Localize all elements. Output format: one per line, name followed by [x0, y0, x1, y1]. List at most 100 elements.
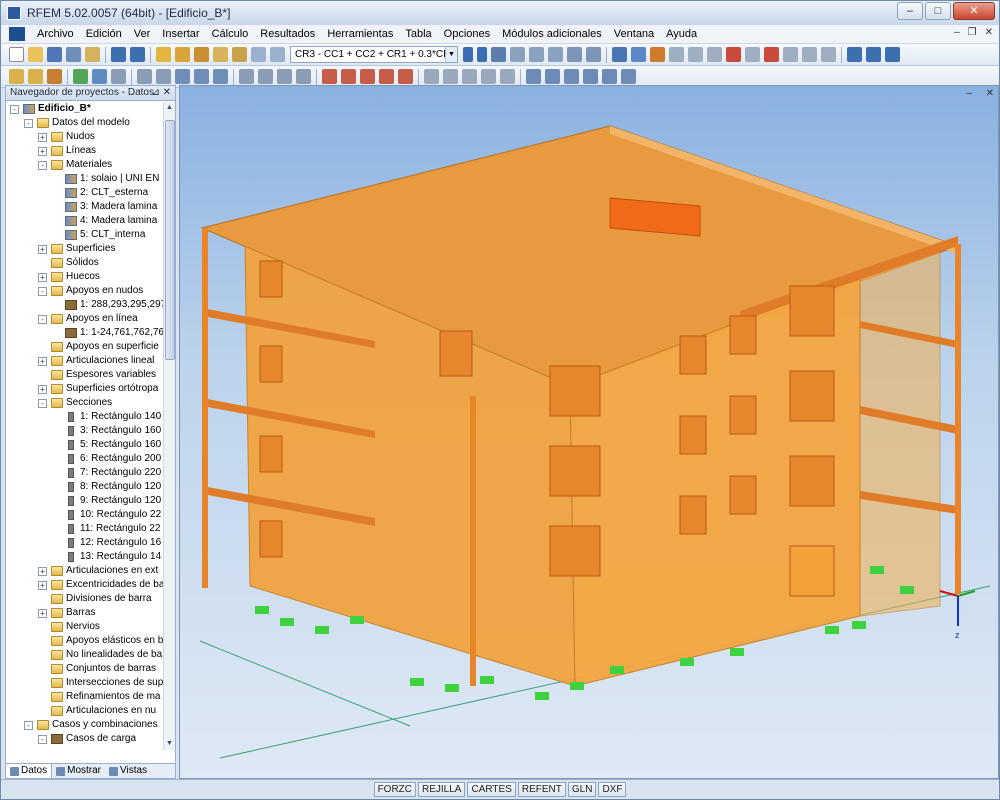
tree-item[interactable]: 10: Rectángulo 22	[6, 508, 164, 522]
tree-item[interactable]: 1: 288,293,295,297	[6, 298, 164, 312]
tree-item[interactable]: 3: Madera lamina	[6, 200, 164, 214]
tree-item[interactable]: 13: Rectángulo 14	[6, 550, 164, 564]
tree-item[interactable]: - Casos de carga	[6, 732, 164, 746]
collapse-icon[interactable]: -	[10, 105, 19, 114]
expand-icon[interactable]: +	[38, 273, 47, 282]
filter-icon[interactable]	[567, 47, 582, 62]
tree-item[interactable]: Articulaciones en nu	[6, 704, 164, 718]
tree-item[interactable]: Conjuntos de barras	[6, 662, 164, 676]
tree-item[interactable]: - Apoyos en línea	[6, 312, 164, 326]
expand-icon[interactable]: +	[38, 567, 47, 576]
hinge-icon[interactable]	[156, 69, 171, 84]
tree-item[interactable]: Nervios	[6, 620, 164, 634]
wireframe-icon[interactable]	[802, 47, 817, 62]
tree-item[interactable]: 9: Rectángulo 120	[6, 494, 164, 508]
collapse-icon[interactable]: -	[24, 119, 33, 128]
guide-line-icon[interactable]	[500, 69, 515, 84]
menu-edicion[interactable]: Edición	[80, 28, 128, 40]
tree-item[interactable]: 2: CLT_esterna	[6, 186, 164, 200]
view-minimize-icon[interactable]: –	[966, 88, 972, 99]
surface-icon[interactable]	[92, 69, 107, 84]
line-load-icon[interactable]	[360, 69, 375, 84]
solid-icon[interactable]	[821, 47, 836, 62]
tab-vistas[interactable]: Vistas	[105, 764, 151, 778]
tree-item[interactable]: + Superficies	[6, 242, 164, 256]
menu-insertar[interactable]: Insertar	[156, 28, 205, 40]
tree-item[interactable]: 12: Rectángulo 16	[6, 536, 164, 550]
select-icon[interactable]	[726, 47, 741, 62]
scale-icon[interactable]	[529, 47, 544, 62]
next-icon[interactable]	[477, 47, 487, 62]
calculate-icon[interactable]	[175, 47, 190, 62]
tree-item[interactable]: 6: Rectángulo 200	[6, 452, 164, 466]
view-model-icon[interactable]	[612, 47, 627, 62]
menu-archivo[interactable]: Archivo	[31, 28, 80, 40]
panel-icon[interactable]	[270, 47, 285, 62]
menu-calculo[interactable]: Cálculo	[206, 28, 255, 40]
grid-icon[interactable]	[424, 69, 439, 84]
member-icon[interactable]	[47, 69, 62, 84]
tree-item[interactable]: 11: Rectángulo 22	[6, 522, 164, 536]
report-icon[interactable]	[866, 47, 881, 62]
status-forzc-button[interactable]: FORZC	[373, 782, 417, 797]
tree-item[interactable]: - Datos del modelo	[6, 116, 164, 130]
menu-ayuda[interactable]: Ayuda	[660, 28, 703, 40]
tree-item[interactable]: + Excentricidades de ba	[6, 578, 164, 592]
comment-icon[interactable]	[481, 69, 496, 84]
load-case-icon[interactable]	[194, 69, 209, 84]
tree-item[interactable]: - Apoyos en nudos	[6, 284, 164, 298]
expand-icon[interactable]: +	[38, 147, 47, 156]
menu-tabla[interactable]: Tabla	[399, 28, 437, 40]
member-load-icon[interactable]	[341, 69, 356, 84]
status-cartes-button[interactable]: CARTES	[467, 782, 516, 797]
table-icon[interactable]	[251, 47, 266, 62]
tree-item[interactable]: 7: Rectángulo 220	[6, 466, 164, 480]
status-rejilla-button[interactable]: REJILLA	[418, 782, 466, 797]
tree-item[interactable]: No linealidades de ba	[6, 648, 164, 662]
collapse-icon[interactable]: -	[38, 315, 47, 324]
display-icon[interactable]	[491, 47, 506, 62]
visibility-icon[interactable]	[545, 69, 560, 84]
measure-icon[interactable]	[526, 69, 541, 84]
model-viewport[interactable]: – ✕ z	[179, 85, 999, 779]
tree-item[interactable]: Espesores variables	[6, 368, 164, 382]
collapse-icon[interactable]: -	[38, 287, 47, 296]
filter-tool-icon[interactable]	[564, 69, 579, 84]
menu-ventana[interactable]: Ventana	[608, 28, 660, 40]
redo-icon[interactable]	[130, 47, 145, 62]
render-icon[interactable]	[783, 47, 798, 62]
print-icon[interactable]	[66, 47, 81, 62]
scroll-down-icon[interactable]: ▼	[164, 738, 175, 750]
doc-minimize-icon[interactable]: –	[954, 27, 960, 38]
solid-tool-icon[interactable]	[111, 69, 126, 84]
view-close-icon[interactable]: ✕	[986, 88, 994, 99]
extremes-icon[interactable]	[548, 47, 563, 62]
tree-item[interactable]: - Secciones	[6, 396, 164, 410]
delete-icon[interactable]	[764, 47, 779, 62]
edit-icon[interactable]	[156, 47, 171, 62]
close-panel-icon[interactable]: ✕	[163, 87, 171, 98]
copy-icon[interactable]	[258, 69, 273, 84]
status-dxf-button[interactable]: DXF	[598, 782, 627, 797]
tree-item[interactable]: - Materiales	[6, 158, 164, 172]
maximize-button[interactable]: □	[925, 2, 951, 20]
scroll-thumb[interactable]	[165, 120, 175, 360]
tree-item[interactable]: 3: Rectángulo 160	[6, 424, 164, 438]
tree-item[interactable]: + Huecos	[6, 270, 164, 284]
status-gln-button[interactable]: GLN	[567, 782, 597, 797]
tree-item[interactable]: Intersecciones de sup	[6, 676, 164, 690]
tree-item[interactable]: + Superficies ortótropa	[6, 382, 164, 396]
values-display-icon[interactable]	[510, 47, 525, 62]
results-icon[interactable]	[194, 47, 209, 62]
menu-herramientas[interactable]: Herramientas	[321, 28, 399, 40]
tree-item[interactable]: Apoyos en superficie	[6, 340, 164, 354]
support-icon[interactable]	[73, 69, 88, 84]
tree-item[interactable]: - Casos y combinaciones	[6, 718, 164, 732]
export-icon[interactable]	[847, 47, 862, 62]
scroll-up-icon[interactable]: ▲	[164, 102, 175, 114]
line-icon[interactable]	[28, 69, 43, 84]
rotate-tool-icon[interactable]	[296, 69, 311, 84]
collapse-icon[interactable]: -	[38, 399, 47, 408]
menu-ver[interactable]: Ver	[128, 28, 157, 40]
combination-icon[interactable]	[213, 69, 228, 84]
